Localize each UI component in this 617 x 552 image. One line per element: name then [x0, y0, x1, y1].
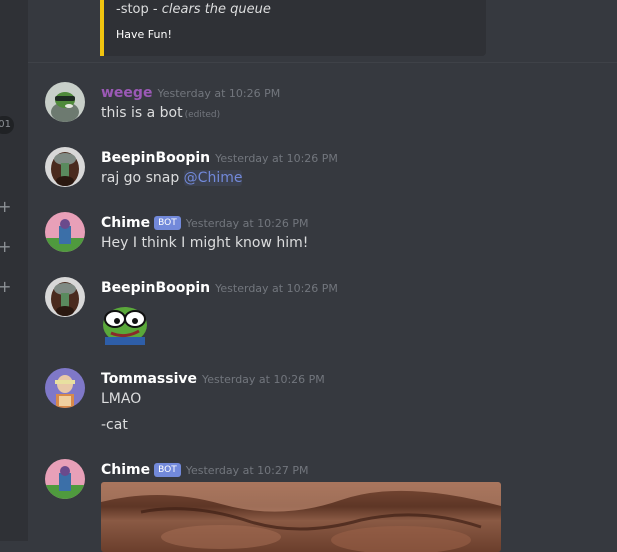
message-content: raj go snap @Chime	[101, 170, 243, 186]
timestamp: Yesterday at 10:26 PM	[215, 152, 338, 165]
pepe-emoji-icon[interactable]	[101, 297, 149, 345]
bot-tag: BOT	[154, 216, 181, 230]
rich-embed: -stop - clears the queue Have Fun!	[100, 0, 486, 56]
message-content: Hey I think I might know him!	[101, 235, 309, 251]
server-sidebar-strip: 01 + + +	[0, 0, 28, 541]
unread-badge: 01	[0, 116, 14, 134]
timestamp: Yesterday at 10:26 PM	[215, 282, 338, 295]
username[interactable]: Chime	[101, 462, 150, 478]
bot-tag: BOT	[154, 463, 181, 477]
avatar[interactable]	[45, 82, 85, 122]
username[interactable]: BeepinBoopin	[101, 150, 210, 166]
username[interactable]: Chime	[101, 215, 150, 231]
timestamp: Yesterday at 10:26 PM	[185, 217, 309, 230]
user-mention[interactable]: @Chime	[183, 170, 243, 186]
embed-command-line: -stop - clears the queue	[116, 2, 271, 17]
timestamp: Yesterday at 10:26 PM	[157, 87, 281, 100]
add-icon[interactable]: +	[0, 199, 12, 215]
timestamp: Yesterday at 10:26 PM	[202, 373, 325, 386]
username[interactable]: weege	[101, 85, 152, 101]
message-content: this is a bot (edited)	[101, 105, 221, 121]
cat-photo-attachment[interactable]	[101, 482, 501, 552]
embed-footer-text: Have Fun!	[116, 28, 172, 41]
avatar[interactable]	[45, 277, 85, 317]
message-content: LMAO	[101, 391, 142, 407]
avatar[interactable]	[45, 368, 85, 408]
username[interactable]: BeepinBoopin	[101, 280, 210, 296]
username[interactable]: Tommassive	[101, 371, 197, 387]
avatar[interactable]	[45, 147, 85, 187]
message-content: -cat	[101, 417, 128, 433]
avatar[interactable]	[45, 212, 85, 252]
add-icon[interactable]: +	[0, 279, 12, 295]
edited-label: (edited)	[184, 110, 221, 120]
add-icon[interactable]: +	[0, 239, 12, 255]
timestamp: Yesterday at 10:27 PM	[185, 464, 309, 477]
avatar[interactable]	[45, 459, 85, 499]
divider	[28, 62, 617, 63]
